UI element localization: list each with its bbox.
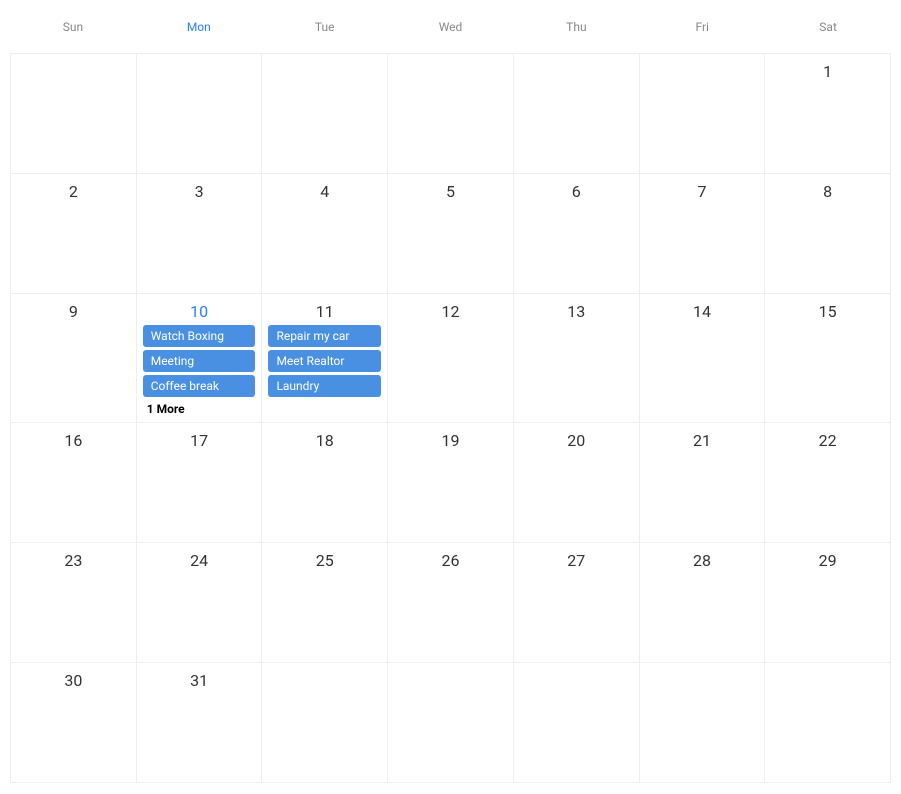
weekday-header-sun: Sun [10,10,136,52]
week-row: 1 [11,54,890,174]
day-number: 1 [769,62,886,81]
day-number: 28 [644,551,761,570]
day-cell[interactable]: 18 [262,423,388,543]
day-cell[interactable] [11,54,137,174]
day-number: 30 [15,671,132,690]
day-number: 11 [266,302,383,321]
day-number: 29 [769,551,886,570]
day-cell[interactable]: 17 [137,423,263,543]
day-number: 19 [392,431,509,450]
day-cell[interactable] [514,54,640,174]
day-cell[interactable]: 3 [137,174,263,294]
day-number: 6 [518,182,635,201]
calendar-grid: 1 2 3 4 5 6 7 8 9 10 Watch Boxing Meetin… [10,53,891,783]
day-cell[interactable]: 31 [137,663,263,783]
day-cell[interactable]: 23 [11,543,137,663]
day-cell[interactable] [262,663,388,783]
day-cell[interactable]: 30 [11,663,137,783]
calendar: Sun Mon Tue Wed Thu Fri Sat 1 2 3 4 5 6 … [10,10,891,783]
event-chip[interactable]: Watch Boxing [143,325,256,347]
day-number: 3 [141,182,258,201]
weekday-header-sat: Sat [765,10,891,52]
day-number: 9 [15,302,132,321]
event-chip[interactable]: Meeting [143,350,256,372]
day-number: 22 [769,431,886,450]
day-cell[interactable]: 27 [514,543,640,663]
day-cell[interactable]: 11 Repair my car Meet Realtor Laundry [262,294,388,423]
day-cell[interactable] [388,54,514,174]
day-cell[interactable]: 28 [640,543,766,663]
week-row: 2 3 4 5 6 7 8 [11,174,890,294]
day-cell[interactable]: 12 [388,294,514,423]
day-number: 13 [518,302,635,321]
day-number: 17 [141,431,258,450]
weekday-header-fri: Fri [639,10,765,52]
day-number: 31 [141,671,258,690]
day-cell[interactable]: 24 [137,543,263,663]
day-cell[interactable]: 13 [514,294,640,423]
day-cell[interactable] [137,54,263,174]
day-number: 25 [266,551,383,570]
day-number: 24 [141,551,258,570]
day-number: 26 [392,551,509,570]
day-cell[interactable] [765,663,890,783]
week-row: 9 10 Watch Boxing Meeting Coffee break 1… [11,294,890,423]
weekday-header-mon: Mon [136,10,262,52]
day-cell[interactable]: 4 [262,174,388,294]
day-cell[interactable]: 14 [640,294,766,423]
day-cell[interactable] [640,54,766,174]
more-events-link[interactable]: 1 More [141,400,258,418]
event-chip[interactable]: Coffee break [143,375,256,397]
day-cell[interactable]: 9 [11,294,137,423]
day-cell-today[interactable]: 10 Watch Boxing Meeting Coffee break 1 M… [137,294,263,423]
day-number: 2 [15,182,132,201]
week-row: 30 31 [11,663,890,783]
day-number: 12 [392,302,509,321]
weekday-header-thu: Thu [513,10,639,52]
day-number: 8 [769,182,886,201]
weekday-header-tue: Tue [262,10,388,52]
day-cell[interactable]: 2 [11,174,137,294]
day-cell[interactable]: 20 [514,423,640,543]
event-chip[interactable]: Meet Realtor [268,350,381,372]
day-number: 18 [266,431,383,450]
day-cell[interactable]: 8 [765,174,890,294]
week-row: 16 17 18 19 20 21 22 [11,423,890,543]
day-cell[interactable] [640,663,766,783]
day-number: 14 [644,302,761,321]
day-number: 15 [769,302,886,321]
weekday-header-wed: Wed [388,10,514,52]
day-number: 5 [392,182,509,201]
day-cell[interactable]: 16 [11,423,137,543]
day-cell[interactable] [514,663,640,783]
week-row: 23 24 25 26 27 28 29 [11,543,890,663]
day-cell[interactable] [388,663,514,783]
day-cell[interactable]: 5 [388,174,514,294]
day-number: 23 [15,551,132,570]
day-cell[interactable]: 19 [388,423,514,543]
day-cell[interactable]: 29 [765,543,890,663]
event-chip[interactable]: Laundry [268,375,381,397]
day-cell[interactable]: 22 [765,423,890,543]
day-number: 4 [266,182,383,201]
day-cell[interactable]: 6 [514,174,640,294]
day-cell[interactable]: 15 [765,294,890,423]
day-number: 21 [644,431,761,450]
day-cell[interactable] [262,54,388,174]
day-number: 16 [15,431,132,450]
day-number: 10 [141,302,258,321]
day-number: 7 [644,182,761,201]
day-number: 27 [518,551,635,570]
day-cell[interactable]: 7 [640,174,766,294]
day-cell[interactable]: 21 [640,423,766,543]
day-cell[interactable]: 26 [388,543,514,663]
event-chip[interactable]: Repair my car [268,325,381,347]
day-number: 20 [518,431,635,450]
weekday-header-row: Sun Mon Tue Wed Thu Fri Sat [10,10,891,53]
day-cell[interactable]: 1 [765,54,890,174]
day-cell[interactable]: 25 [262,543,388,663]
